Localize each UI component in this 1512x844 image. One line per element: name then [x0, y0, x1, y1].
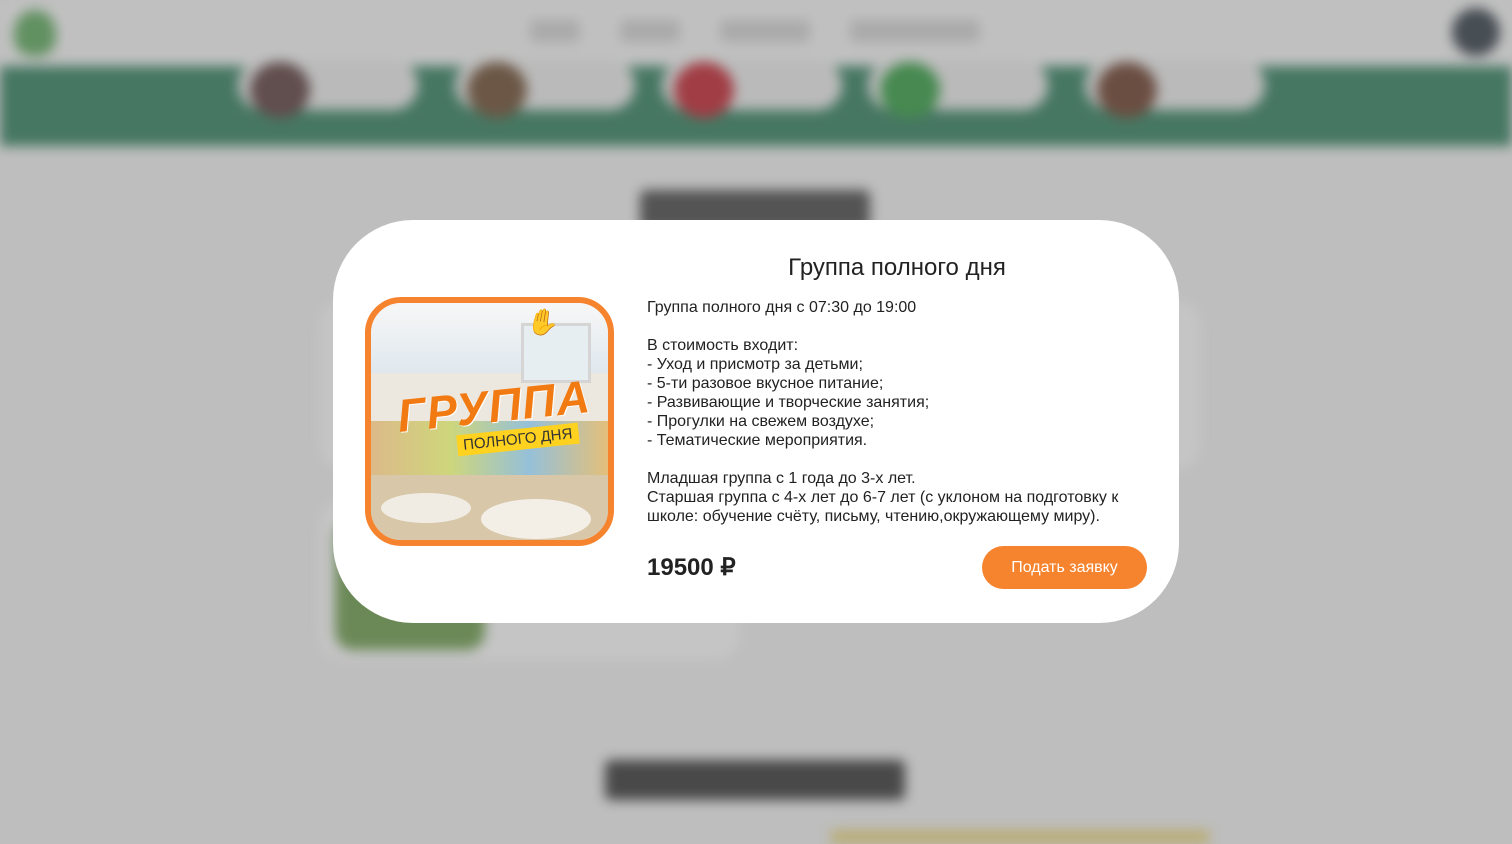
- modal-title: Группа полного дня: [788, 254, 1006, 281]
- hand-icon: ✋: [524, 304, 562, 340]
- senior-group-line: Старшая группа с 4-х лет до 6-7 лет (с у…: [647, 489, 1119, 525]
- includes-item: - Тематические мероприятия.: [647, 432, 868, 449]
- modal-description: Группа полного дня с 07:30 до 19:00 В ст…: [647, 298, 1147, 526]
- includes-item: - Прогулки на свежем воздухе;: [647, 413, 875, 430]
- price: 19500 ₽: [647, 554, 736, 581]
- includes-item: - 5-ти разовое вкусное питание;: [647, 375, 884, 392]
- includes-item: - Уход и присмотр за детьми;: [647, 356, 863, 373]
- junior-group-line: Младшая группа с 1 года до 3-х лет.: [647, 470, 916, 487]
- includes-heading: В стоимость входит:: [647, 337, 799, 354]
- schedule-line: Группа полного дня с 07:30 до 19:00: [647, 299, 917, 316]
- includes-item: - Развивающие и творческие занятия;: [647, 394, 930, 411]
- apply-button[interactable]: Подать заявку: [982, 546, 1147, 589]
- group-image: ✋ ГРУППА ПОЛНОГО ДНЯ: [365, 297, 614, 546]
- group-modal: ✋ ГРУППА ПОЛНОГО ДНЯ Группа полного дня …: [333, 220, 1179, 623]
